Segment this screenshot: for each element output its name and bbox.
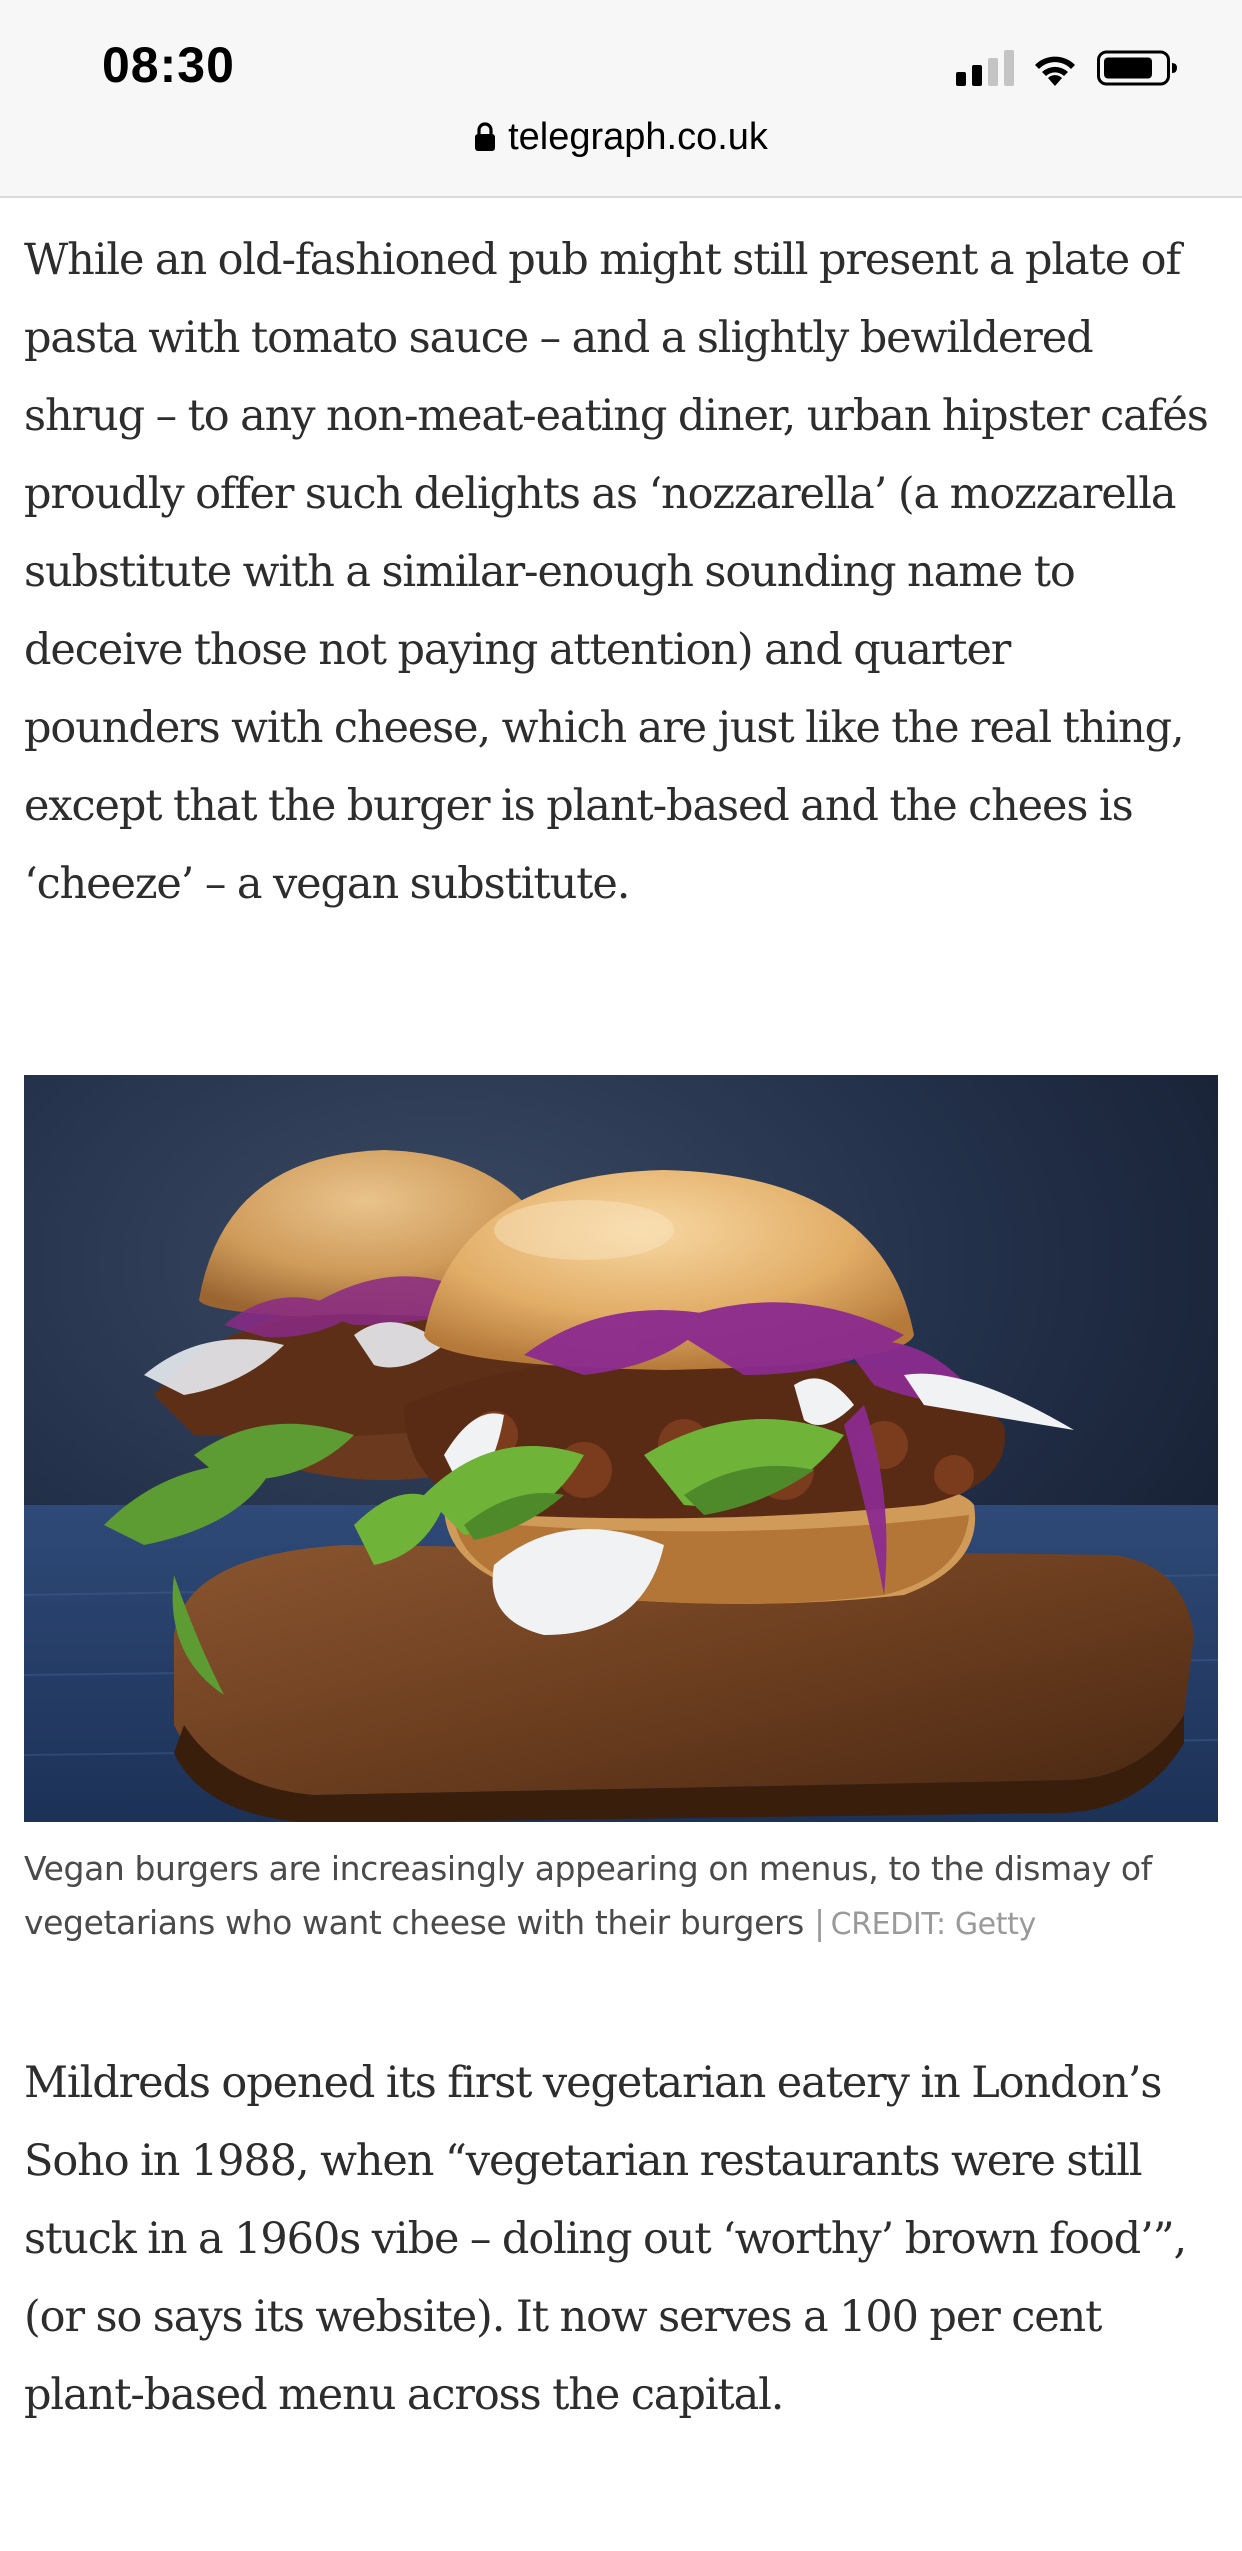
article-paragraph: Mildreds opened its first vegetarian eat… bbox=[24, 2058, 1187, 2420]
image-caption: Vegan burgers are increasingly appearing… bbox=[24, 1842, 1214, 1952]
credit-separator: | bbox=[813, 1903, 825, 1942]
status-time: 08:30 bbox=[102, 37, 235, 93]
image-credit: CREDIT: Getty bbox=[830, 1907, 1037, 1942]
url-text: telegraph.co.uk bbox=[508, 116, 768, 158]
browser-chrome: 08:30 telegraph.co.uk bbox=[0, 0, 1242, 198]
wifi-icon bbox=[1035, 56, 1075, 86]
article-paragraph: While an old-fashioned pub might still p… bbox=[24, 235, 1209, 909]
battery-icon bbox=[1097, 50, 1177, 86]
cellular-signal-icon bbox=[956, 50, 1014, 86]
url-bar[interactable]: telegraph.co.uk bbox=[0, 116, 1242, 159]
lock-icon bbox=[475, 122, 496, 151]
article-image bbox=[24, 1075, 1218, 1822]
vegan-burgers-photo bbox=[24, 1075, 1218, 1822]
